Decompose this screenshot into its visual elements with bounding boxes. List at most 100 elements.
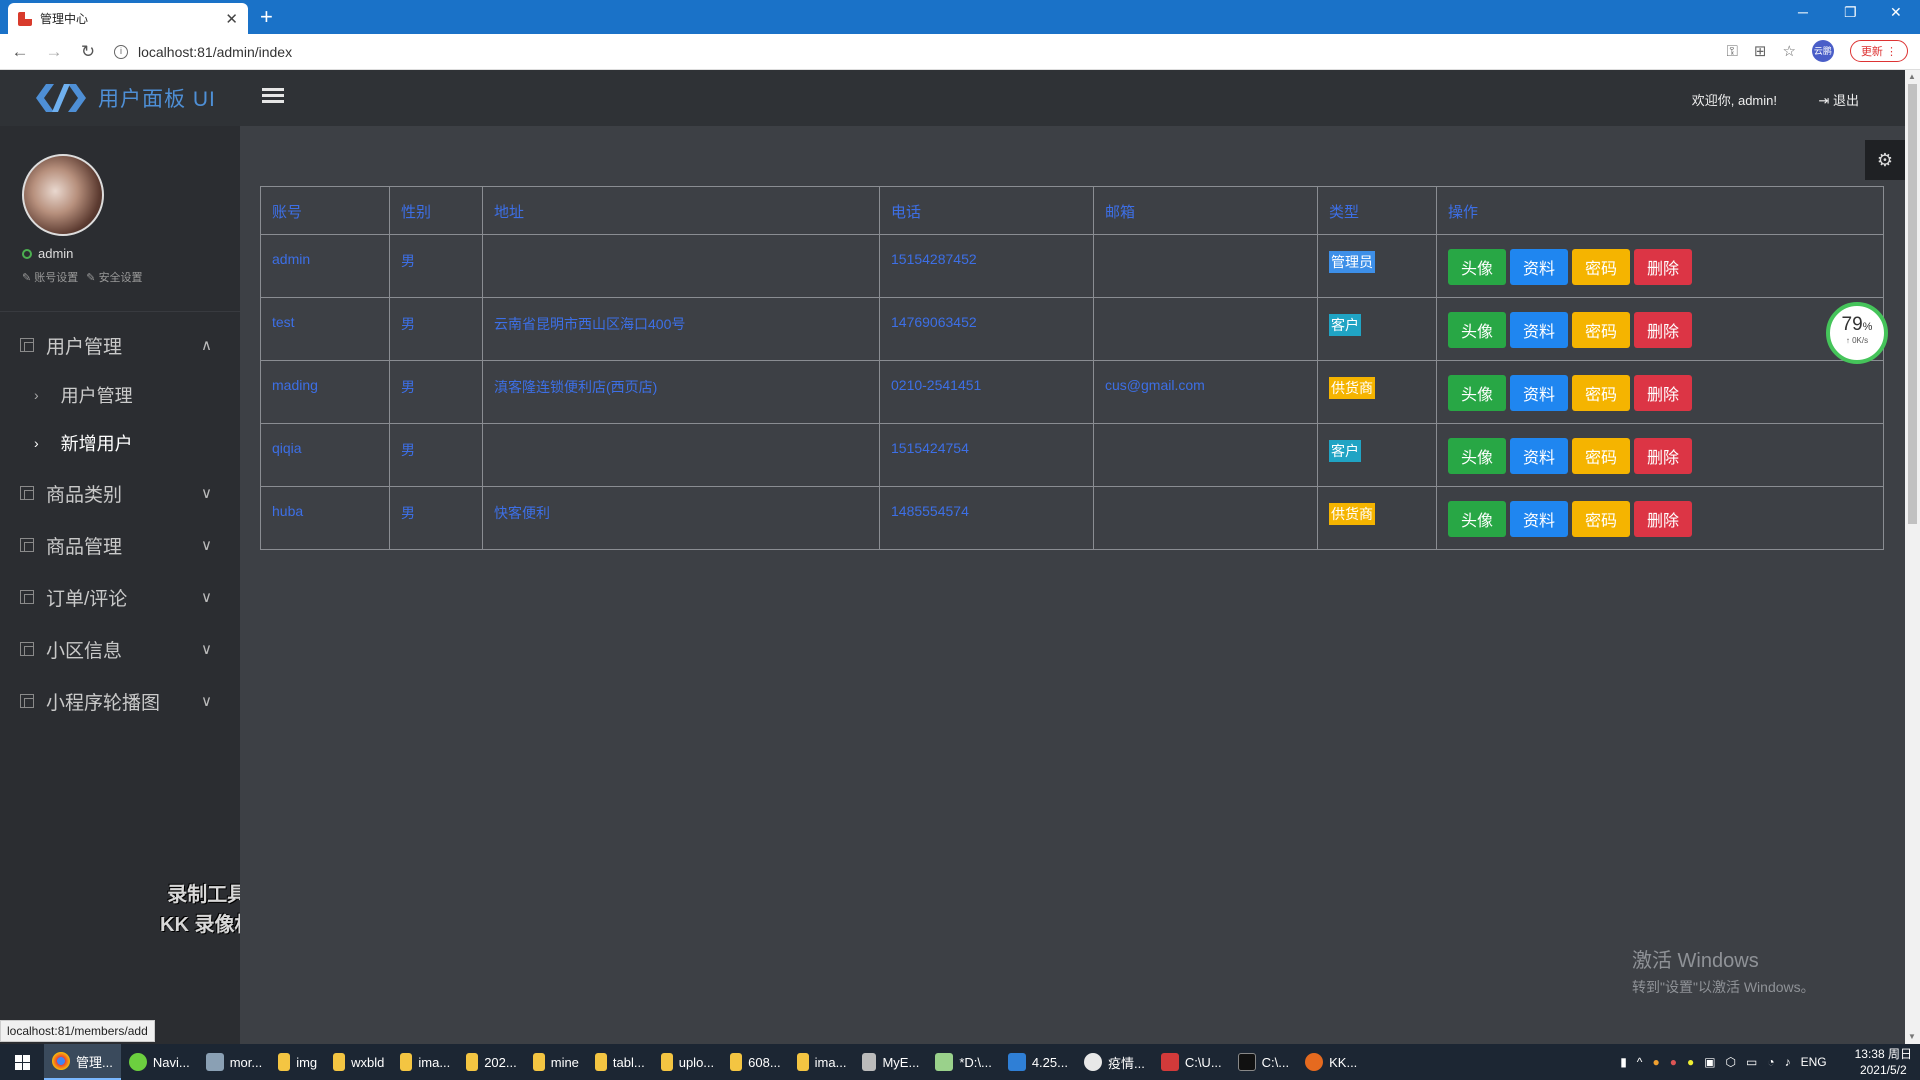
password-button[interactable]: 密码 (1572, 438, 1630, 474)
sidebar-item-product-category[interactable]: 商品类别 ∨ (0, 467, 240, 519)
cell-address: 云南省昆明市西山区海口400号 (482, 297, 880, 361)
sidebar-item-community-info[interactable]: 小区信息 ∨ (0, 623, 240, 675)
account-settings-link[interactable]: ✎ 账号设置 (22, 272, 82, 284)
system-clock[interactable]: 13:38 周日 2021/5/2 (1855, 1046, 1912, 1078)
delete-button[interactable]: 删除 (1634, 249, 1692, 285)
taskbar-item[interactable]: MyE... (854, 1044, 927, 1080)
profile-button[interactable]: 资料 (1510, 375, 1568, 411)
logout-link[interactable]: ⇥ 退出 (1818, 90, 1859, 109)
scroll-down-icon[interactable]: ▼ (1908, 1032, 1916, 1041)
url-text[interactable]: localhost:81/admin/index (138, 44, 292, 60)
avatar-button[interactable]: 头像 (1448, 375, 1506, 411)
avatar-button[interactable]: 头像 (1448, 249, 1506, 285)
bookmark-star-icon[interactable]: ☆ (1782, 42, 1795, 60)
taskbar-item[interactable]: uplo... (653, 1044, 722, 1080)
close-window-icon[interactable]: ✕ (1890, 4, 1902, 21)
profile-button[interactable]: 资料 (1510, 312, 1568, 348)
reload-icon[interactable]: ↻ (74, 42, 102, 62)
taskbar-item[interactable]: 202... (458, 1044, 525, 1080)
taskbar-item[interactable]: 4.25... (1000, 1044, 1076, 1080)
password-button[interactable]: 密码 (1572, 312, 1630, 348)
tray-app-icon[interactable]: ⬡ (1726, 1055, 1736, 1069)
avatar-button[interactable]: 头像 (1448, 501, 1506, 537)
logo[interactable]: 用户面板 UI (34, 82, 216, 114)
password-button[interactable]: 密码 (1572, 375, 1630, 411)
back-icon[interactable]: ← (6, 42, 34, 62)
new-tab-button[interactable]: + (260, 4, 273, 30)
update-button[interactable]: 更新 ⋮ (1849, 40, 1908, 62)
start-button[interactable] (0, 1044, 44, 1080)
sidebar-subitem-add-user[interactable]: › 新增用户 (0, 419, 240, 467)
info-icon[interactable]: i (114, 44, 128, 59)
sidebar-item-product-management[interactable]: 商品管理 ∨ (0, 519, 240, 571)
delete-button[interactable]: 删除 (1634, 312, 1692, 348)
language-indicator[interactable]: ENG (1801, 1055, 1827, 1069)
taskbar-item[interactable]: img (270, 1044, 325, 1080)
taskbar-item[interactable]: wxbld (325, 1044, 392, 1080)
menu-toggle-icon[interactable] (262, 88, 284, 106)
cell-account[interactable]: test (260, 297, 390, 361)
delete-button[interactable]: 删除 (1634, 501, 1692, 537)
cell-account[interactable]: qiqia (260, 423, 390, 487)
profile-button[interactable]: 资料 (1510, 501, 1568, 537)
taskbar-item[interactable]: 608... (722, 1044, 789, 1080)
cell-account[interactable]: admin (260, 234, 390, 298)
taskbar-item-chrome[interactable]: 管理... (44, 1044, 121, 1080)
page-scrollbar[interactable]: ▲ ▼ (1905, 70, 1920, 1044)
delete-button[interactable]: 删除 (1634, 438, 1692, 474)
taskbar-item[interactable]: C:\... (1230, 1044, 1297, 1080)
column-header-actions: 操作 (1436, 186, 1884, 235)
taskbar-item[interactable]: KK... (1297, 1044, 1365, 1080)
network-speed-widget[interactable]: 79% ↑ 0K/s (1826, 302, 1888, 364)
cell-type: 客户 (1317, 297, 1437, 361)
scroll-up-icon[interactable]: ▲ (1908, 72, 1916, 81)
copy-icon (20, 694, 34, 708)
wifi-icon[interactable]: ◔ (1767, 1055, 1774, 1069)
translate-icon[interactable]: ⊞ (1754, 42, 1767, 60)
close-tab-icon[interactable]: ✕ (225, 10, 238, 28)
profile-avatar[interactable]: 云鹏 (1811, 40, 1834, 62)
volume-icon[interactable]: ♪ (1785, 1055, 1791, 1069)
tray-app-icon[interactable]: ● (1670, 1055, 1677, 1069)
minimize-icon[interactable]: ─ (1798, 4, 1808, 20)
password-button[interactable]: 密码 (1572, 249, 1630, 285)
taskbar-item[interactable]: mine (525, 1044, 587, 1080)
restore-icon[interactable]: ❐ (1844, 4, 1857, 21)
taskbar-item[interactable]: *D:\... (927, 1044, 1000, 1080)
battery-icon[interactable]: ▮ (1620, 1055, 1627, 1069)
avatar[interactable] (22, 154, 104, 236)
taskbar-item[interactable]: mor... (198, 1044, 271, 1080)
tray-app-icon[interactable]: ● (1687, 1055, 1694, 1069)
taskbar-item[interactable]: tabl... (587, 1044, 653, 1080)
avatar-button[interactable]: 头像 (1448, 438, 1506, 474)
taskbar-item[interactable]: ima... (392, 1044, 458, 1080)
avatar-button[interactable]: 头像 (1448, 312, 1506, 348)
profile-button[interactable]: 资料 (1510, 249, 1568, 285)
sidebar-item-miniprogram-carousel[interactable]: 小程序轮播图 ∨ (0, 675, 240, 727)
tray-app-icon[interactable]: ▣ (1704, 1055, 1715, 1069)
cell-account[interactable]: mading (260, 360, 390, 424)
key-icon[interactable]: ⚿ (1726, 43, 1737, 60)
taskbar-item[interactable]: C:\U... (1153, 1044, 1230, 1080)
sidebar-item-label: 订单/评论 (46, 588, 128, 610)
column-header-type: 类型 (1317, 186, 1437, 235)
sidebar-item-orders-reviews[interactable]: 订单/评论 ∨ (0, 571, 240, 623)
profile-button[interactable]: 资料 (1510, 438, 1568, 474)
security-settings-link[interactable]: ✎ 安全设置 (86, 272, 146, 284)
taskbar-item[interactable]: 疫情... (1076, 1044, 1153, 1080)
password-button[interactable]: 密码 (1572, 501, 1630, 537)
tray-app-icon[interactable]: ▭ (1746, 1055, 1757, 1069)
scroll-thumb[interactable] (1908, 84, 1917, 524)
taskbar-item[interactable]: ima... (789, 1044, 855, 1080)
tray-expand-icon[interactable]: ^ (1637, 1055, 1643, 1069)
url-field[interactable]: i localhost:81/admin/index (114, 44, 292, 60)
sidebar-item-user-management[interactable]: 用户管理 ∧ (0, 319, 240, 371)
gear-icon[interactable]: ⚙ (1865, 140, 1905, 180)
delete-button[interactable]: 删除 (1634, 375, 1692, 411)
sidebar-subitem-user-management[interactable]: › 用户管理 (0, 371, 240, 419)
cell-account[interactable]: huba (260, 486, 390, 550)
forward-icon[interactable]: → (40, 42, 68, 62)
taskbar-item[interactable]: Navi... (121, 1044, 198, 1080)
tray-app-icon[interactable]: ● (1652, 1055, 1659, 1069)
browser-tab[interactable]: 管理中心 ✕ (8, 3, 248, 34)
